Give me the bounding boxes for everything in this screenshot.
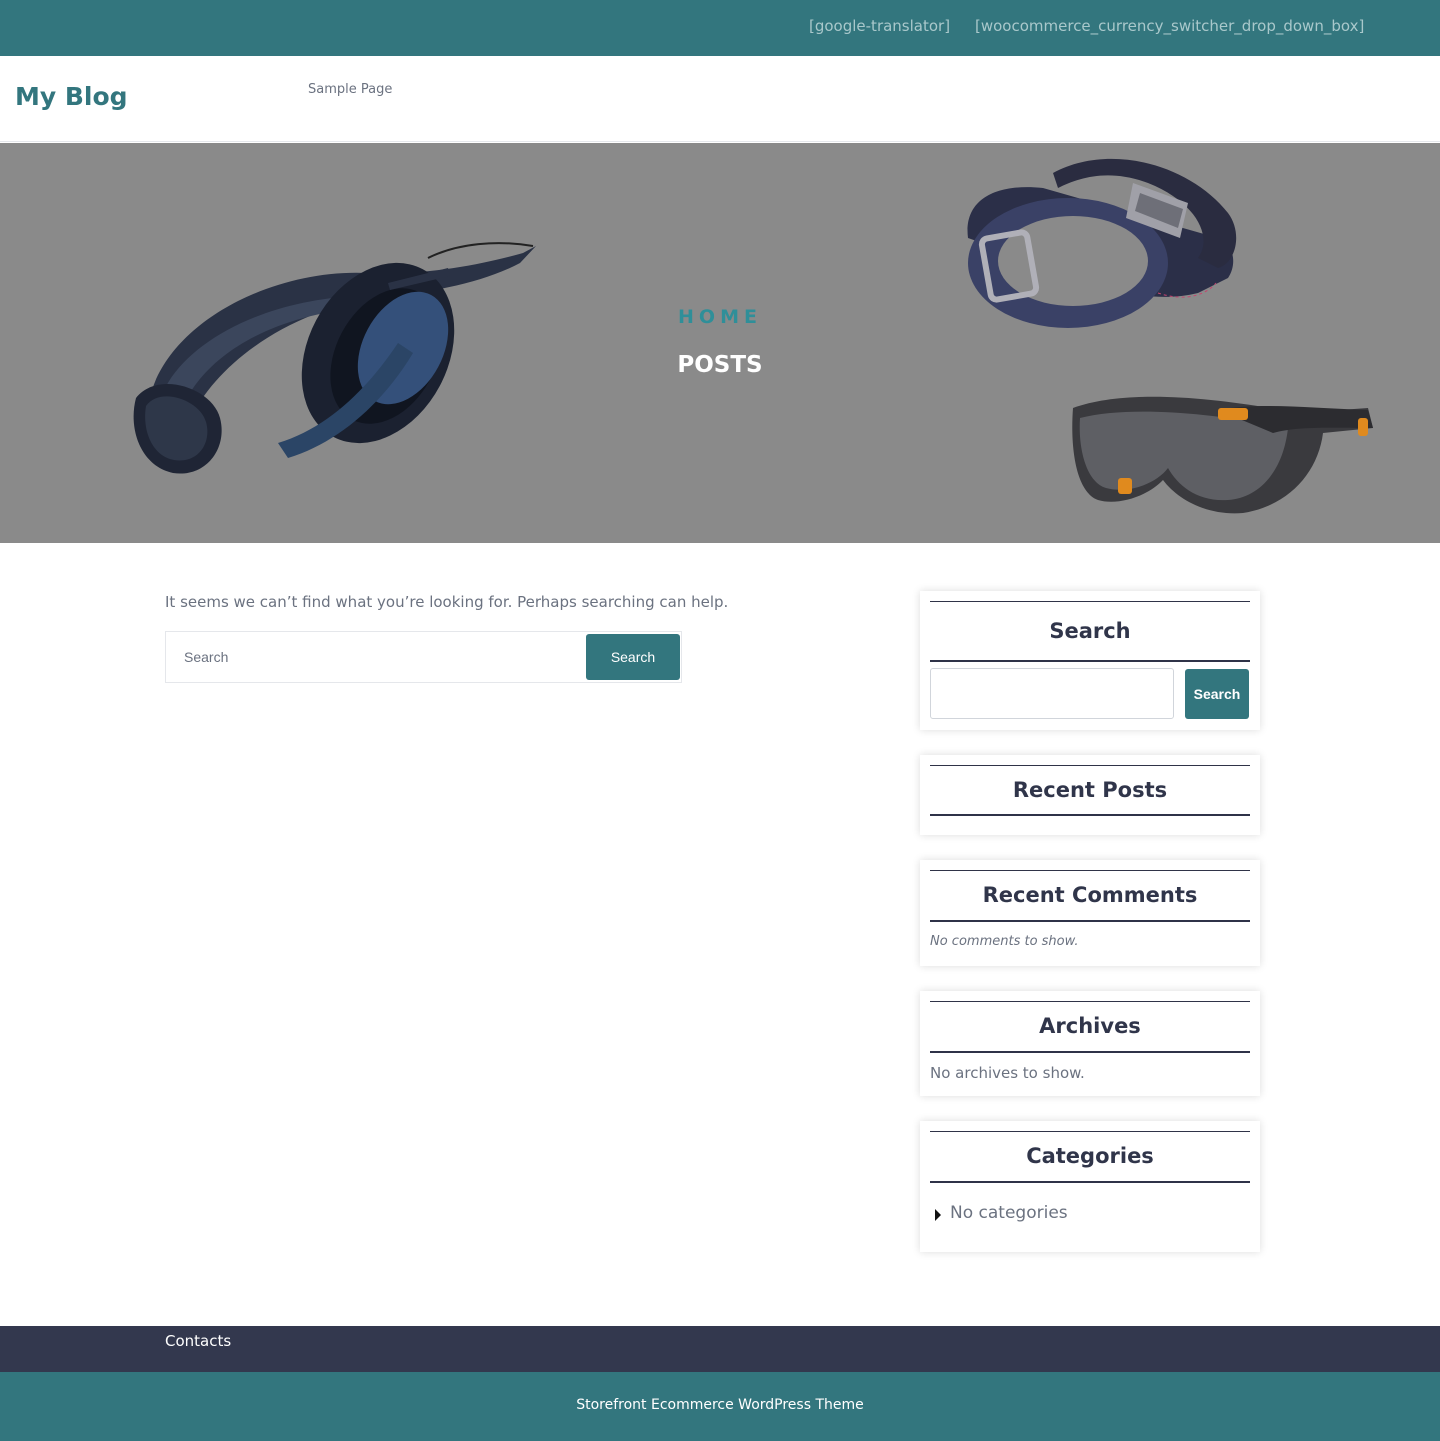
main-search-button[interactable]: Search bbox=[586, 634, 680, 680]
not-found-message: It seems we can’t find what you’re looki… bbox=[165, 593, 729, 611]
currency-switcher-shortcode[interactable]: [woocommerce_currency_switcher_drop_down… bbox=[975, 17, 1364, 35]
site-header: My Blog Sample Page bbox=[0, 56, 1440, 142]
footer-credit[interactable]: Storefront Ecommerce WordPress Theme bbox=[0, 1397, 1440, 1413]
footer-link-contacts[interactable]: Contacts bbox=[165, 1332, 231, 1350]
archives-widget: Archives No archives to show. bbox=[920, 991, 1260, 1096]
category-item: No categories bbox=[950, 1203, 1068, 1223]
categories-widget: Categories No categories bbox=[920, 1121, 1260, 1252]
page-title: POSTS bbox=[677, 352, 763, 378]
breadcrumb[interactable]: HOME bbox=[0, 306, 1440, 328]
main-search-input[interactable] bbox=[167, 633, 585, 681]
caret-right-icon bbox=[935, 1209, 941, 1221]
recent-comments-widget: Recent Comments No comments to show. bbox=[920, 860, 1260, 966]
no-comments-text: No comments to show. bbox=[930, 934, 1079, 949]
translator-shortcode[interactable]: [google-translator] bbox=[809, 17, 950, 35]
sidebar-search-field bbox=[930, 668, 1174, 719]
top-bar: [google-translator] [woocommerce_currenc… bbox=[0, 0, 1440, 56]
widget-title-archives: Archives bbox=[930, 1001, 1250, 1053]
search-widget: Search Search bbox=[920, 591, 1260, 730]
no-archives-text: No archives to show. bbox=[930, 1064, 1085, 1082]
nav-item-sample-page[interactable]: Sample Page bbox=[308, 82, 392, 97]
sidebar-search-input[interactable] bbox=[931, 669, 1173, 718]
widget-title-categories: Categories bbox=[930, 1131, 1250, 1183]
widget-title-search: Search bbox=[930, 601, 1250, 662]
site-footer: Storefront Ecommerce WordPress Theme bbox=[0, 1372, 1440, 1441]
widget-title-recent-posts: Recent Posts bbox=[930, 765, 1250, 816]
sunglasses-image bbox=[1072, 396, 1373, 514]
site-title[interactable]: My Blog bbox=[15, 82, 128, 111]
recent-posts-widget: Recent Posts bbox=[920, 755, 1260, 835]
footer-widgets: Contacts bbox=[0, 1326, 1440, 1372]
sidebar-search-button[interactable]: Search bbox=[1185, 669, 1249, 719]
main-search-form: Search bbox=[165, 631, 682, 683]
hero-banner: HOME POSTS bbox=[0, 143, 1440, 543]
widget-title-recent-comments: Recent Comments bbox=[930, 870, 1250, 922]
